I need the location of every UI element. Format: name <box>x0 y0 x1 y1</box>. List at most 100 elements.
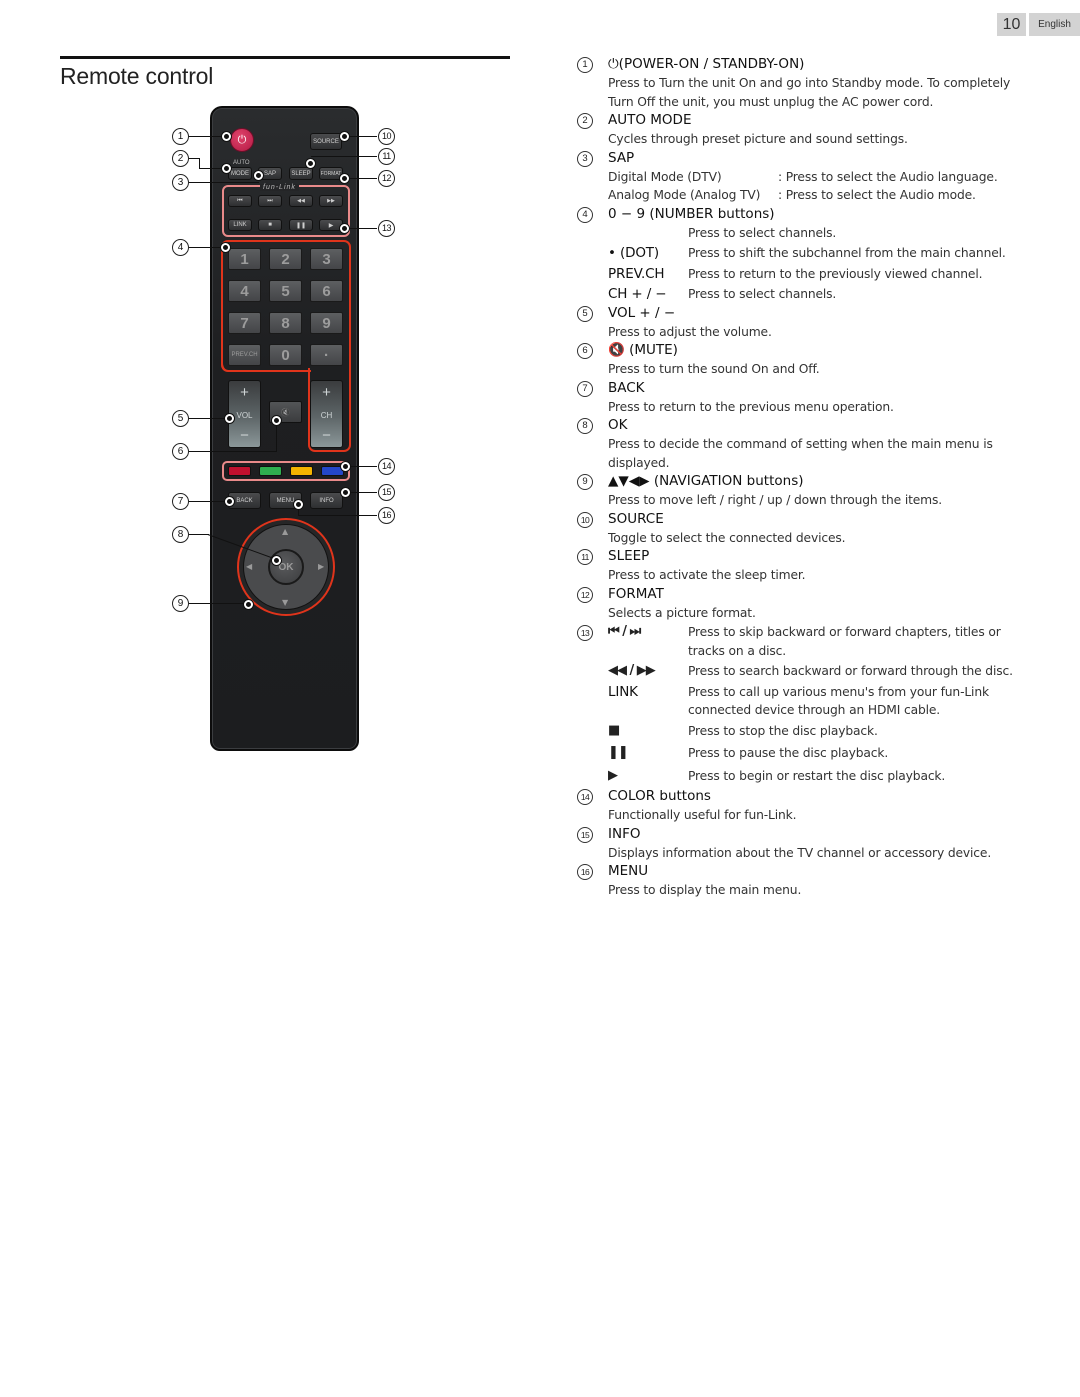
sap-mode: Analog Mode (Analog TV) <box>608 188 761 202</box>
item-number: 3 <box>577 150 593 167</box>
item-text: Selects a picture format. <box>608 605 756 620</box>
key-0: 0 <box>269 344 302 366</box>
dot-1 <box>222 132 231 141</box>
sub-key: PREV.CH <box>608 265 665 282</box>
key-8: 8 <box>269 312 302 334</box>
ok-button: OK <box>268 549 304 585</box>
link-button: LINK <box>228 219 252 231</box>
item-heading: AUTO MODE <box>608 112 692 128</box>
item-text: Cycles through preset picture and sound … <box>608 132 908 146</box>
item-heading: COLOR buttons <box>608 788 711 804</box>
item-number: 10 <box>577 511 593 528</box>
play-icon: ▶ <box>608 767 618 783</box>
skip-forward-button: ⏭ <box>258 195 282 207</box>
source-button: SOURCE <box>310 133 342 150</box>
stop-icon: ■ <box>608 722 620 738</box>
sub-row: ■ Press to stop the disc playback. <box>608 722 1037 741</box>
dot-9 <box>244 600 253 609</box>
dot-11 <box>306 159 315 168</box>
item-text: Press to activate the sleep timer. <box>608 568 806 582</box>
vol-rocker: + VOL − <box>228 380 261 448</box>
item-text: Press to display the main menu. <box>608 883 802 897</box>
desc-item-color-buttons: 14 COLOR buttons Functionally useful for… <box>577 787 1037 825</box>
dot-7 <box>225 497 234 506</box>
key-dot: · <box>310 344 343 366</box>
leader-9 <box>189 603 247 604</box>
desc-item-ok: 8 OK Press to decide the command of sett… <box>577 416 1037 472</box>
item-number: 11 <box>577 549 593 565</box>
sub-desc: connected device through an HDMI cable. <box>688 703 941 717</box>
callout-15: 15 <box>378 484 395 501</box>
sub-row: PREV.CH Press to return to the previously… <box>608 265 1037 284</box>
language-tag: English <box>1029 13 1080 36</box>
item-text: Displays information about the TV channe… <box>608 845 992 860</box>
callout-4: 4 <box>172 239 189 256</box>
item-number: 5 <box>577 305 593 322</box>
dot-13 <box>340 224 349 233</box>
item-text: Press to adjust the volume. <box>608 324 772 339</box>
leader-6b <box>276 421 277 452</box>
item-heading: OK <box>608 417 628 433</box>
item-heading: ▲▼◀▶ (NAVIGATION buttons) <box>608 473 804 489</box>
sub-desc: Press to stop the disc playback. <box>688 723 878 738</box>
sub-desc: Press to select channels. <box>688 287 837 301</box>
item-text: Press to decide the command of setting w… <box>608 437 993 451</box>
item-heading: FORMAT <box>608 585 664 602</box>
leader-3 <box>189 182 259 183</box>
dot-4 <box>221 243 230 252</box>
remote-body: ⏻ SOURCE AUTO MODE SAP SLEEP FORMAT fun-… <box>210 106 359 751</box>
ch-rocker: + CH − <box>310 380 343 448</box>
desc-item-navigation: 9 ▲▼◀▶ (NAVIGATION buttons) Press to mov… <box>577 472 1037 510</box>
desc-item-number-buttons: 4 0 − 9 (NUMBER buttons) Press to select… <box>577 205 1037 304</box>
desc-item-back: 7 BACK Press to return to the previous m… <box>577 379 1037 417</box>
callout-7: 7 <box>172 493 189 510</box>
item-heading: SOURCE <box>608 510 664 527</box>
dot-12 <box>340 174 349 183</box>
mode-button: MODE <box>228 167 252 180</box>
dot-8 <box>272 556 281 565</box>
fast-forward-button: ▶▶ <box>319 195 343 207</box>
mute-icon: 🔇 <box>280 407 291 417</box>
item-text: Functionally useful for fun-Link. <box>608 808 797 822</box>
leader-10 <box>345 136 377 137</box>
leader-2b <box>199 158 200 168</box>
item-heading: SLEEP <box>608 548 650 564</box>
sub-row: ⏮ / ⏭ Press to skip backward or forward c… <box>608 623 1037 642</box>
ch-plus: + <box>322 384 331 401</box>
sub-row: ▶ Press to begin or restart the disc play… <box>608 767 1037 786</box>
skip-back-button: ⏮ <box>228 195 252 207</box>
leader-13 <box>345 228 377 229</box>
item-text: Press to return to the previous menu ope… <box>608 399 894 414</box>
callout-8: 8 <box>172 526 189 543</box>
callout-11: 11 <box>378 148 395 165</box>
key-6: 6 <box>310 280 343 302</box>
leader-6a <box>189 451 276 452</box>
sap-desc: : Press to select the Audio mode. <box>778 188 976 202</box>
item-text: Turn Off the unit, you must unplug the A… <box>608 94 934 109</box>
sub-row: Press to select channels. <box>608 224 1037 243</box>
vol-minus: − <box>240 427 249 444</box>
item-text: Press to turn the sound On and Off. <box>608 362 820 376</box>
item-heading: 0 − 9 (NUMBER buttons) <box>608 205 775 222</box>
item-text: Press to Turn the unit On and go into St… <box>608 76 1011 90</box>
sub-desc: Press to select channels. <box>688 225 837 240</box>
callout-16: 16 <box>378 507 395 524</box>
sub-key <box>608 224 688 243</box>
power-icon: ⏻ <box>237 133 247 146</box>
sub-row: connected device through an HDMI cable. <box>608 701 1037 720</box>
sap-mode: Digital Mode (DTV) <box>608 169 722 184</box>
item-heading: INFO <box>608 825 641 842</box>
desc-item-menu: 16 MENU Press to display the main menu. <box>577 862 1037 900</box>
red-button <box>228 466 251 476</box>
info-button: INFO <box>310 492 343 509</box>
pause-icon: ❚❚ <box>608 745 629 760</box>
sub-desc: Press to return to the previously viewed… <box>688 266 983 281</box>
key-9: 9 <box>310 312 343 334</box>
item-number: 9 <box>577 474 593 490</box>
item-text: displayed. <box>608 455 670 470</box>
desc-item-sleep: 11 SLEEP Press to activate the sleep tim… <box>577 547 1037 585</box>
desc-item-mute: 6 🔇 (MUTE) Press to turn the sound On an… <box>577 341 1037 379</box>
search-icon: ◀◀ / ▶▶ <box>608 663 656 678</box>
callout-1: 1 <box>172 128 189 145</box>
sub-row: ◀◀ / ▶▶ Press to search backward or forwa… <box>608 662 1037 681</box>
